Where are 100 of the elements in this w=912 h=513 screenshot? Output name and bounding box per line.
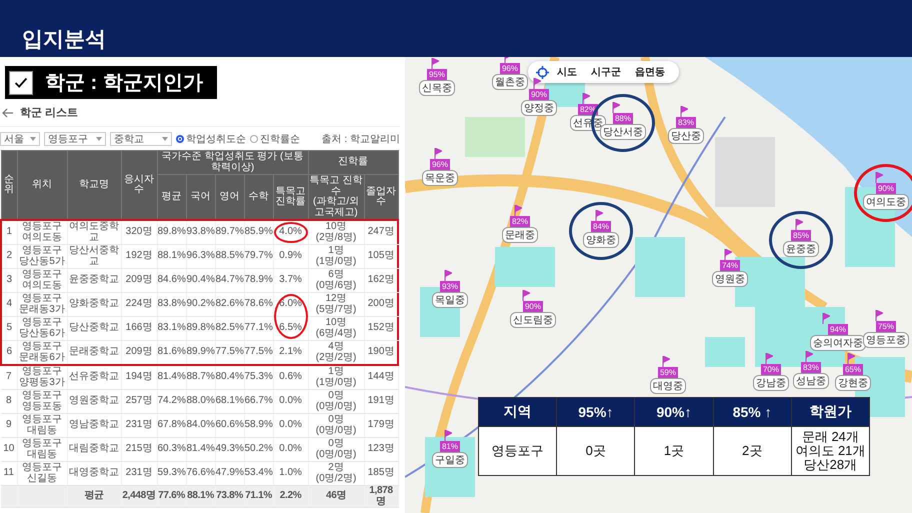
table-cell: 81.6%	[157, 340, 186, 365]
column-header: 학교명	[67, 150, 121, 220]
table-cell: 영등포구 대림동	[17, 438, 67, 462]
table-cell: 200명	[364, 292, 398, 316]
caret-icon	[30, 137, 36, 141]
radio-option[interactable]: 학업성취도순	[176, 132, 246, 146]
page-title: 입지분석	[22, 27, 106, 53]
table-cell: 영등포구	[478, 426, 557, 476]
table-cell: 224명	[121, 292, 157, 316]
table-cell: 9	[1, 414, 17, 438]
table-cell: 대림중학교	[67, 438, 121, 462]
school-label: 영원중	[712, 271, 748, 287]
table-cell: 1명 (1명/0명)	[308, 244, 364, 268]
school-label: 숭의여자중	[810, 335, 866, 351]
table-cell: 83.1%	[157, 316, 186, 340]
flag-icon	[444, 270, 452, 281]
table-cell: 74.2%	[157, 390, 186, 414]
table-cell: 209명	[121, 268, 157, 292]
table-cell: 90.4%	[186, 268, 215, 292]
table-cell: 93.8%	[186, 220, 215, 244]
flag-icon	[431, 58, 439, 69]
list-title: 학군 리스트	[20, 106, 78, 120]
table-cell: 양화중학교	[67, 292, 121, 316]
table-cell: 166명	[121, 316, 157, 340]
dropdown[interactable]: 영등포구	[44, 132, 106, 146]
crosshair-icon[interactable]	[536, 66, 549, 78]
flag-icon	[595, 210, 603, 221]
table-cell: 60.3%	[157, 438, 186, 462]
table-cell: 89.8%	[186, 316, 215, 340]
school-label: 양화중	[583, 232, 619, 248]
table-cell: 66.7%	[244, 390, 273, 414]
table-cell: 77.5%	[215, 340, 244, 365]
column-header: 학원가	[791, 398, 870, 426]
table-cell: 71.1%	[244, 486, 273, 508]
table-cell: 84.7%	[215, 268, 244, 292]
table-cell: 2.2%	[273, 486, 308, 508]
table-cell: 영등포구 당산동5가	[17, 244, 67, 268]
radio-option[interactable]: 진학률순	[250, 132, 300, 146]
table-cell: 0.6%	[273, 365, 308, 390]
column-header: 특목고 진학수 (과학고/외고국제고)	[308, 174, 364, 220]
school-label: 목일중	[432, 292, 468, 308]
table-cell: 123명	[364, 438, 398, 462]
school-label: 당산중	[668, 128, 704, 144]
table-cell: 179명	[364, 414, 398, 438]
table-cell: 60.6%	[215, 414, 244, 438]
table-cell: 90.2%	[186, 292, 215, 316]
flag-icon	[875, 310, 883, 321]
school-label: 윤중중	[783, 241, 819, 257]
table-cell: 6명 (0명/6명)	[308, 268, 364, 292]
table-cell: 6.5%	[273, 316, 308, 340]
table-cell: 5	[1, 316, 17, 340]
table-cell: 0.9%	[273, 244, 308, 268]
section-title: 학군 : 학군지인가	[45, 71, 203, 96]
flag-icon	[765, 353, 773, 364]
table-cell: 75.3%	[244, 365, 273, 390]
column-header: 응시자수	[121, 150, 157, 220]
table-cell: 82.6%	[215, 292, 244, 316]
table-cell: 215명	[121, 438, 157, 462]
school-label: 성남중	[793, 373, 829, 389]
table-cell: 1곳	[634, 426, 714, 476]
flag-icon	[724, 249, 732, 260]
table-cell: 10	[1, 438, 17, 462]
column-header: 특목고 진학률	[273, 174, 308, 220]
table-cell: 10명 (6명/4명)	[308, 316, 364, 340]
flag-icon	[533, 78, 541, 89]
table-cell: 0명 (0명/0명)	[308, 438, 364, 462]
table-cell: 0명 (0명/0명)	[308, 414, 364, 438]
table-cell: 영남중학교	[67, 414, 121, 438]
school-label: 강남중	[753, 375, 789, 391]
table-cell: 0.0%	[273, 438, 308, 462]
dropdown[interactable]: 중학교	[110, 132, 172, 146]
flag-icon	[662, 356, 670, 367]
table-cell: 162명	[364, 268, 398, 292]
table-cell: 50.2%	[244, 438, 273, 462]
school-label: 당산서중	[600, 124, 646, 140]
back-arrow-icon[interactable]	[2, 108, 14, 118]
column-header: 국어	[186, 174, 215, 220]
flag-icon	[514, 205, 522, 216]
percent-badge: 94%	[828, 324, 848, 335]
table-cell: 88.0%	[186, 390, 215, 414]
column-group-header: 국가수준 학업성취도 평가 (보통학력이상)	[157, 150, 308, 174]
column-header: 위치	[17, 150, 67, 220]
table-cell: 79.7%	[244, 244, 273, 268]
flag-icon	[444, 430, 452, 441]
flag-icon	[822, 313, 830, 324]
school-label: 영등포중	[863, 332, 909, 348]
table-cell: 89.9%	[186, 340, 215, 365]
table-cell: 3	[1, 268, 17, 292]
caret-icon	[162, 137, 168, 141]
table-cell: 88.1%	[157, 244, 186, 268]
dropdown[interactable]: 서울	[0, 132, 40, 146]
table-cell: 1,878명	[364, 486, 398, 508]
table-cell: 7	[1, 365, 17, 390]
table-cell: 85.9%	[244, 220, 273, 244]
table-cell: 88.1%	[186, 486, 215, 508]
school-label: 신목중	[419, 80, 455, 96]
table-cell: 81.4%	[157, 365, 186, 390]
table-cell: 영등포구 여의도동	[17, 220, 67, 244]
table-cell: 88.7%	[186, 365, 215, 390]
table-cell: 영등포구 여의도동	[17, 268, 67, 292]
